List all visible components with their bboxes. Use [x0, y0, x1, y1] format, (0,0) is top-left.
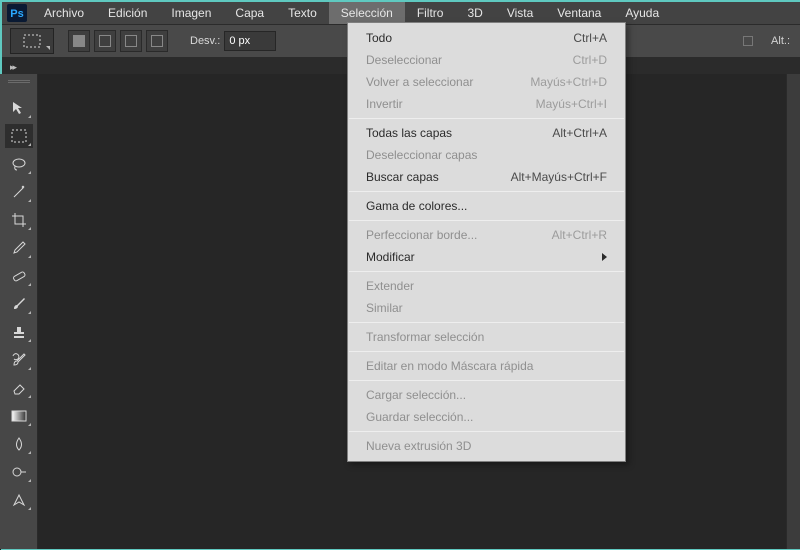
- clone-stamp-tool[interactable]: [5, 320, 33, 344]
- eyedropper-icon: [11, 240, 27, 256]
- blur-tool[interactable]: [5, 432, 33, 456]
- menu-texto[interactable]: Texto: [276, 2, 329, 24]
- brush-tool[interactable]: [5, 292, 33, 316]
- selection-menu-dropdown: TodoCtrl+A DeseleccionarCtrl+D Volver a …: [347, 22, 626, 462]
- menuitem-todo[interactable]: TodoCtrl+A: [348, 27, 625, 49]
- history-brush-tool[interactable]: [5, 348, 33, 372]
- menuitem-deseleccionar-capas[interactable]: Deseleccionar capas: [348, 144, 625, 166]
- menu-separator: [349, 271, 624, 272]
- menu-separator: [349, 191, 624, 192]
- feather-label: Desv.:: [190, 35, 220, 47]
- dodge-icon: [11, 464, 27, 480]
- tools-panel-grip[interactable]: [0, 80, 37, 92]
- menuitem-modificar[interactable]: Modificar: [348, 246, 625, 268]
- eyedropper-tool[interactable]: [5, 236, 33, 260]
- menu-bar: Ps Archivo Edición Imagen Capa Texto Sel…: [2, 2, 800, 24]
- menu-separator: [349, 351, 624, 352]
- brush-icon: [11, 296, 27, 312]
- menu-seleccion[interactable]: Selección: [329, 2, 405, 24]
- rectangular-marquee-tool[interactable]: [5, 124, 33, 148]
- menu-separator: [349, 118, 624, 119]
- menu-ayuda[interactable]: Ayuda: [613, 2, 671, 24]
- menu-capa[interactable]: Capa: [223, 2, 276, 24]
- healing-brush-tool[interactable]: [5, 264, 33, 288]
- svg-text:Ps: Ps: [10, 8, 23, 20]
- antialias-checkbox[interactable]: [743, 36, 753, 46]
- stamp-icon: [11, 324, 27, 340]
- crop-icon: [11, 212, 27, 228]
- menu-separator: [349, 431, 624, 432]
- marquee-icon: [23, 34, 41, 48]
- chevron-right-icon: [602, 253, 607, 261]
- dodge-tool[interactable]: [5, 460, 33, 484]
- menuitem-invertir[interactable]: InvertirMayús+Ctrl+I: [348, 93, 625, 115]
- menu-archivo[interactable]: Archivo: [32, 2, 96, 24]
- collapsed-panels-strip[interactable]: [786, 74, 800, 549]
- eraser-tool[interactable]: [5, 376, 33, 400]
- history-brush-icon: [11, 352, 27, 368]
- bandage-icon: [11, 268, 27, 284]
- menuitem-buscar-capas[interactable]: Buscar capasAlt+Mayús+Ctrl+F: [348, 166, 625, 188]
- crop-tool[interactable]: [5, 208, 33, 232]
- menuitem-similar[interactable]: Similar: [348, 297, 625, 319]
- pen-tool[interactable]: [5, 488, 33, 512]
- height-label: Alt.:: [771, 35, 790, 47]
- menu-imagen[interactable]: Imagen: [159, 2, 223, 24]
- move-icon: [11, 100, 27, 116]
- menu-ventana[interactable]: Ventana: [545, 2, 613, 24]
- wand-icon: [11, 184, 27, 200]
- selection-add-button[interactable]: [94, 30, 116, 52]
- menu-filtro[interactable]: Filtro: [405, 2, 456, 24]
- menu-separator: [349, 380, 624, 381]
- magic-wand-tool[interactable]: [5, 180, 33, 204]
- menu-vista[interactable]: Vista: [495, 2, 545, 24]
- feather-input[interactable]: [224, 31, 276, 51]
- menuitem-gama-de-colores[interactable]: Gama de colores...: [348, 195, 625, 217]
- lasso-tool[interactable]: [5, 152, 33, 176]
- menuitem-cargar-seleccion[interactable]: Cargar selección...: [348, 384, 625, 406]
- eraser-icon: [11, 380, 27, 396]
- menuitem-guardar-seleccion[interactable]: Guardar selección...: [348, 406, 625, 428]
- menuitem-nueva-extrusion-3d[interactable]: Nueva extrusión 3D: [348, 435, 625, 457]
- gradient-tool[interactable]: [5, 404, 33, 428]
- tool-preset-picker[interactable]: [10, 28, 54, 54]
- menuitem-perfeccionar-borde[interactable]: Perfeccionar borde...Alt+Ctrl+R: [348, 224, 625, 246]
- gradient-icon: [11, 409, 27, 423]
- menuitem-todas-las-capas[interactable]: Todas las capasAlt+Ctrl+A: [348, 122, 625, 144]
- menuitem-transformar-seleccion[interactable]: Transformar selección: [348, 326, 625, 348]
- menuitem-editar-mascara-rapida[interactable]: Editar en modo Máscara rápida: [348, 355, 625, 377]
- droplet-icon: [11, 436, 27, 452]
- pen-icon: [11, 492, 27, 508]
- selection-mode-group: [68, 30, 168, 52]
- move-tool[interactable]: [5, 96, 33, 120]
- menuitem-deseleccionar[interactable]: DeseleccionarCtrl+D: [348, 49, 625, 71]
- selection-subtract-button[interactable]: [120, 30, 142, 52]
- menuitem-extender[interactable]: Extender: [348, 275, 625, 297]
- menu-separator: [349, 322, 624, 323]
- tools-panel: [0, 74, 38, 549]
- menu-3d[interactable]: 3D: [455, 2, 494, 24]
- menu-separator: [349, 220, 624, 221]
- menu-edicion[interactable]: Edición: [96, 2, 159, 24]
- marquee-icon: [11, 129, 27, 143]
- selection-new-button[interactable]: [68, 30, 90, 52]
- selection-intersect-button[interactable]: [146, 30, 168, 52]
- app-logo: Ps: [2, 2, 32, 24]
- lasso-icon: [11, 156, 27, 172]
- menuitem-volver-a-seleccionar[interactable]: Volver a seleccionarMayús+Ctrl+D: [348, 71, 625, 93]
